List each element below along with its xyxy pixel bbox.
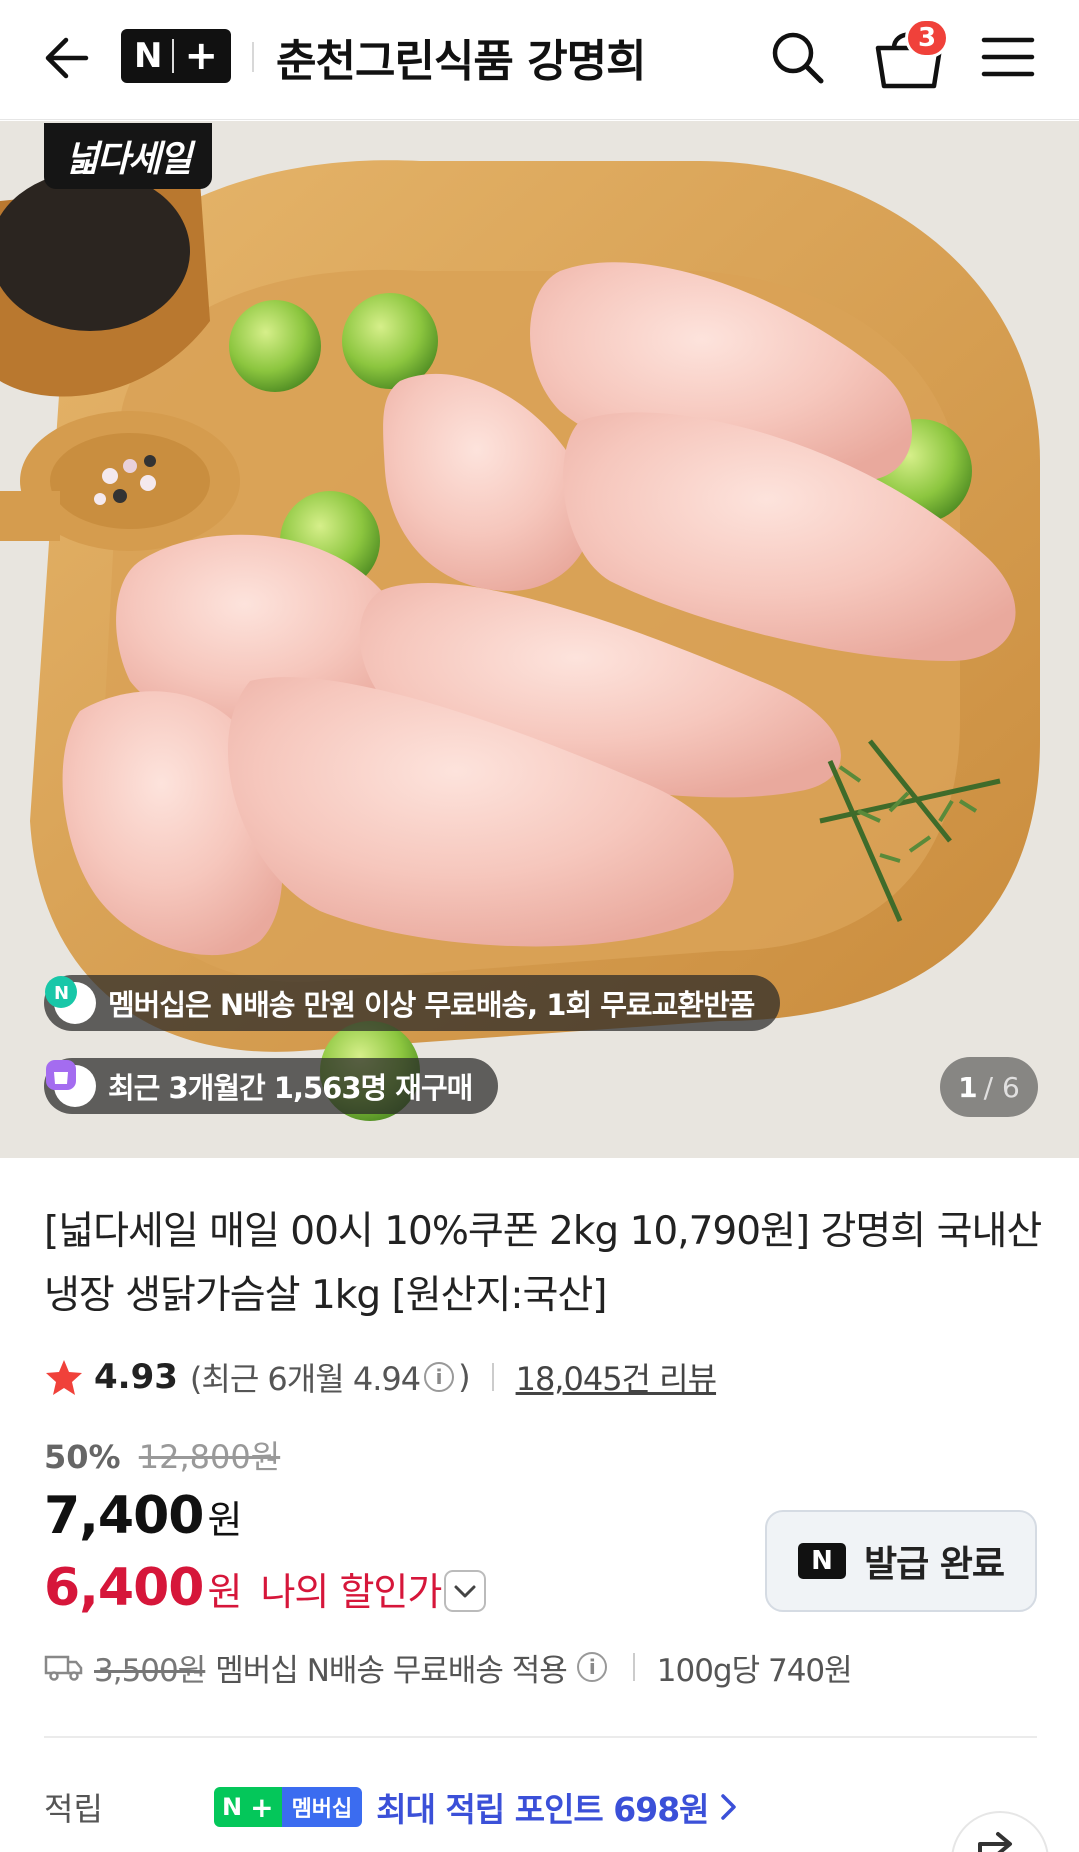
review-count-link[interactable]: 18,045건 리뷰	[516, 1354, 717, 1400]
shipping-original-fee: 3,500원	[94, 1652, 206, 1689]
recent-rating-text: (최근 6개월 4.94	[189, 1360, 421, 1398]
shopping-bag-icon	[46, 1060, 96, 1107]
logo-separator	[172, 39, 175, 73]
nplus-membership-badge: N + 멤버십	[214, 1787, 363, 1827]
truck-icon	[44, 1655, 83, 1681]
chevron-down-icon[interactable]	[444, 1570, 486, 1612]
shipping-free-text: 멤버십 N배송 무료배송 적용	[215, 1652, 567, 1689]
total-pages: / 6	[983, 1070, 1020, 1104]
points-label: 적립	[44, 1790, 103, 1828]
recent-rating-close: )	[458, 1358, 471, 1396]
discount-row: 50% 12,800원	[44, 1432, 280, 1478]
product-image-carousel[interactable]: 넓다세일 N 멤버십은 N배송 만원 이상 무료배송, 1회 무료교환반품 최근…	[0, 121, 1079, 1158]
sale-event-badge: 넓다세일	[44, 123, 212, 189]
rating-divider	[491, 1363, 494, 1391]
shipping-row: 3,500원 멤버십 N배송 무료배송 적용 i 100g당 740원	[44, 1642, 853, 1692]
membership-notice-text: 멤버십은 N배송 만원 이상 무료배송, 1회 무료교환반품	[108, 988, 755, 1022]
my-discount-label: 나의 할인가	[260, 1570, 442, 1614]
coupon-issued-button[interactable]: N 발급 완료	[765, 1510, 1037, 1612]
search-icon[interactable]	[765, 25, 829, 89]
my-discount-price-unit: 원	[207, 1570, 243, 1614]
share-icon[interactable]	[950, 1810, 1050, 1852]
hamburger-menu-icon[interactable]	[978, 30, 1038, 84]
cart-count-badge: 3	[905, 18, 949, 58]
unit-price: 100g당 740원	[656, 1652, 853, 1689]
naver-n-icon: N	[797, 1543, 846, 1579]
nplus-store-logo[interactable]: N +	[121, 29, 231, 83]
sale-price: 7,400	[44, 1486, 204, 1546]
naver-member-icon: N	[45, 976, 96, 1024]
info-icon[interactable]: i	[424, 1362, 455, 1392]
max-points-text: 최대 적립 포인트 698원	[376, 1790, 709, 1829]
back-arrow-icon[interactable]	[36, 30, 92, 86]
header-divider	[252, 42, 254, 72]
logo-n: N	[134, 36, 163, 76]
product-title: [넓다세일 매일 00시 10%쿠폰 2kg 10,790원] 강명희 국내산 …	[44, 1209, 1042, 1318]
membership-notice-pill: N 멤버십은 N배송 만원 이상 무료배송, 1회 무료교환반품	[44, 975, 781, 1031]
sale-price-row: 7,400 원	[44, 1486, 242, 1546]
shipping-info-icon[interactable]: i	[576, 1652, 607, 1682]
current-page: 1	[958, 1070, 978, 1104]
original-price: 12,800원	[138, 1438, 281, 1476]
rating-score: 4.93	[94, 1357, 178, 1397]
section-divider	[44, 1736, 1037, 1738]
repurchase-notice-text: 최근 3개월간 1,563명 재구매	[108, 1071, 473, 1105]
store-name[interactable]: 춘천그린식품 강명희	[276, 25, 647, 89]
rating-row: 4.93 (최근 6개월 4.94 i ) 18,045건 리뷰	[44, 1352, 717, 1402]
badge-n: N	[214, 1787, 251, 1827]
my-discount-price: 6,400	[44, 1558, 204, 1618]
top-header: N + 춘천그린식품 강명희 3	[0, 0, 1079, 120]
star-icon	[46, 1360, 82, 1395]
logo-plus: +	[184, 33, 218, 79]
image-page-indicator: 1 / 6	[940, 1057, 1038, 1117]
coupon-button-label: 발급 완료	[863, 1544, 1005, 1585]
chevron-right-icon	[720, 1794, 736, 1820]
shipping-divider	[632, 1653, 635, 1681]
points-row[interactable]: 적립 N + 멤버십 최대 적립 포인트 698원	[44, 1782, 741, 1832]
badge-member: 멤버십	[281, 1787, 363, 1827]
sale-price-unit: 원	[207, 1498, 243, 1542]
repurchase-notice-pill: 최근 3개월간 1,563명 재구매	[44, 1058, 499, 1114]
discount-rate: 50%	[44, 1438, 121, 1476]
svg-text:N: N	[54, 983, 68, 1004]
my-price-row[interactable]: 6,400 원 나의 할인가	[44, 1558, 442, 1618]
badge-plus: +	[250, 1787, 282, 1827]
